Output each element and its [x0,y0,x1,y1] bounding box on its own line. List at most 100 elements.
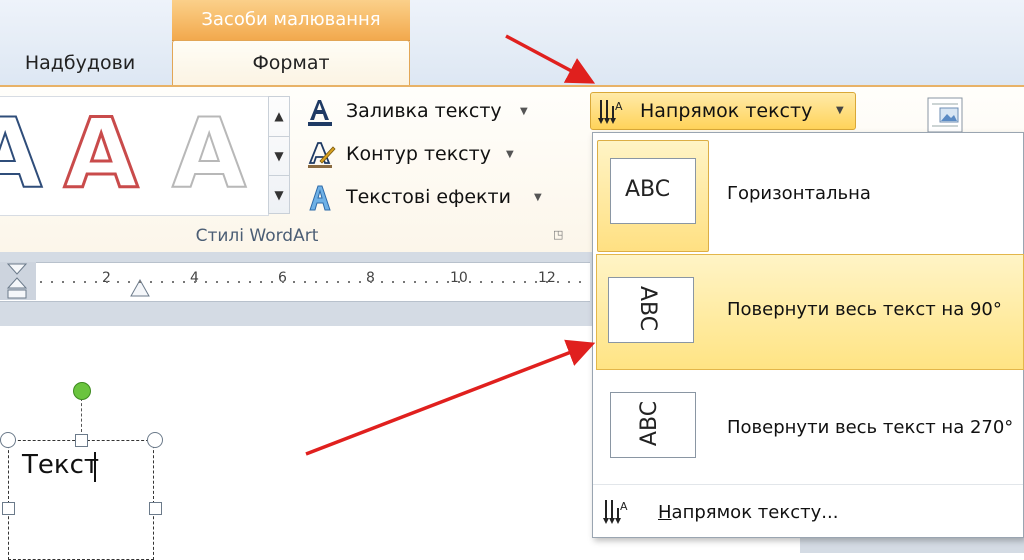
wordart-style-gray[interactable]: A [171,103,247,205]
ruler-tick [150,281,152,283]
tab-format[interactable]: Формат [172,40,410,88]
text-outline-icon [308,142,336,168]
ruler-tick [546,281,548,283]
menu-accelerator: Н [658,502,672,523]
ruler-tick [304,281,306,283]
ruler-tick [425,281,427,283]
chevron-down-icon[interactable]: ▼ [506,149,514,160]
menu-item-label: Горизонтальна [727,183,871,204]
gallery-down-button[interactable]: ▼ [269,136,289,176]
ruler-tick [73,281,75,283]
text-fill-button[interactable]: Заливка тексту ▼ [306,94,546,128]
gallery-scrollbar: ▲ ▼ ▼ [268,96,290,214]
text-box-content[interactable]: Текст [22,448,99,482]
expand-icon: ▼ [274,188,284,202]
wordart-style-red[interactable]: A [62,103,139,206]
text-effects-button[interactable]: Текстові ефекти ▼ [306,180,556,214]
right-indent-marker-icon[interactable] [130,276,150,300]
ruler-tick [161,281,163,283]
ruler-tick [381,281,383,283]
tab-addins[interactable]: Надбудови [0,42,160,84]
ruler-tick [40,281,42,283]
gallery-more-button[interactable]: ▼ [269,175,289,215]
ruler-tick [172,281,174,283]
ruler-number: 8 [366,270,375,286]
chevron-up-icon: ▲ [274,109,284,123]
ruler-tick [348,281,350,283]
ruler-tick [282,281,284,283]
text-direction-button-label: Напрямок тексту [640,100,813,122]
preview-text: ABC [625,177,671,202]
indent-marker-icon[interactable] [6,262,30,302]
text-outline-button[interactable]: Контур тексту ▼ [306,137,536,171]
text-fill-label: Заливка тексту [346,100,502,122]
ruler-tick [260,281,262,283]
picture-icon[interactable] [924,96,968,134]
ruler-number: 12 [538,270,556,286]
gallery-up-button[interactable]: ▲ [269,97,289,136]
ruler-tick [337,281,339,283]
preview-rotate-90: ABC [608,277,694,343]
ruler-tick [469,281,471,283]
text-fill-icon [308,100,332,126]
ruler-tick [128,281,130,283]
svg-text:A: A [615,100,623,113]
text-cursor [94,452,96,482]
ruler-number: 4 [190,270,199,286]
preview-text: ABC [635,285,661,332]
ruler-tick [216,281,218,283]
rotation-handle[interactable] [73,382,91,400]
ruler-tick [205,281,207,283]
ruler-tick [84,281,86,283]
text-outline-label: Контур тексту [346,143,491,165]
ruler-number: 10 [450,270,468,286]
ruler-tick [502,281,504,283]
ruler-tick [370,281,372,283]
chevron-down-icon: ▼ [274,149,284,163]
ruler-tick [513,281,515,283]
wordart-style-blue[interactable]: A [0,103,43,205]
ruler-number: 6 [278,270,287,286]
ruler-tick [271,281,273,283]
ruler-tick [491,281,493,283]
text-effects-icon [309,185,331,211]
chevron-down-icon[interactable]: ▼ [534,192,542,203]
ruler-tick [238,281,240,283]
ruler-number: 2 [102,270,111,286]
rotation-connector [81,398,82,432]
chevron-down-icon[interactable]: ▼ [520,106,528,117]
wordart-styles-group-label: Стилі WordArt [195,226,319,246]
resize-handle-top[interactable] [75,434,88,447]
resize-handle-left[interactable] [2,502,15,515]
preview-rotate-270: ABC [610,392,696,458]
menu-item-label: апрямок тексту... [671,502,839,523]
ruler-tick [51,281,53,283]
ruler-tick [392,281,394,283]
ruler-tick [249,281,251,283]
ruler-tick [480,281,482,283]
text-direction-icon: A [598,100,623,124]
ruler-tick [227,281,229,283]
chevron-down-icon: ▼ [836,105,844,116]
ruler-tick [447,281,449,283]
context-tab-group-label: Засоби малювання [201,9,381,30]
text-direction-icon: A [603,500,628,524]
ruler-tick [183,281,185,283]
resize-handle-right[interactable] [149,502,162,515]
ruler-tick [62,281,64,283]
ruler-tick [194,281,196,283]
menu-item-label: Повернути весь текст на 90° [727,299,1002,320]
ruler-tick [315,281,317,283]
text-effects-label: Текстові ефекти [346,186,511,208]
ruler-tick [139,281,141,283]
resize-handle-top-left[interactable] [0,432,16,448]
svg-text:A: A [620,500,628,513]
text-direction-options-item[interactable]: Напрямок тексту... [658,500,838,526]
ruler-tick [524,281,526,283]
ruler-tick [557,281,559,283]
dialog-launcher-icon[interactable]: ◳ [553,228,567,242]
resize-handle-top-right[interactable] [147,432,163,448]
ruler-tick [403,281,405,283]
ruler-tick [293,281,295,283]
menu-separator [593,484,1023,485]
